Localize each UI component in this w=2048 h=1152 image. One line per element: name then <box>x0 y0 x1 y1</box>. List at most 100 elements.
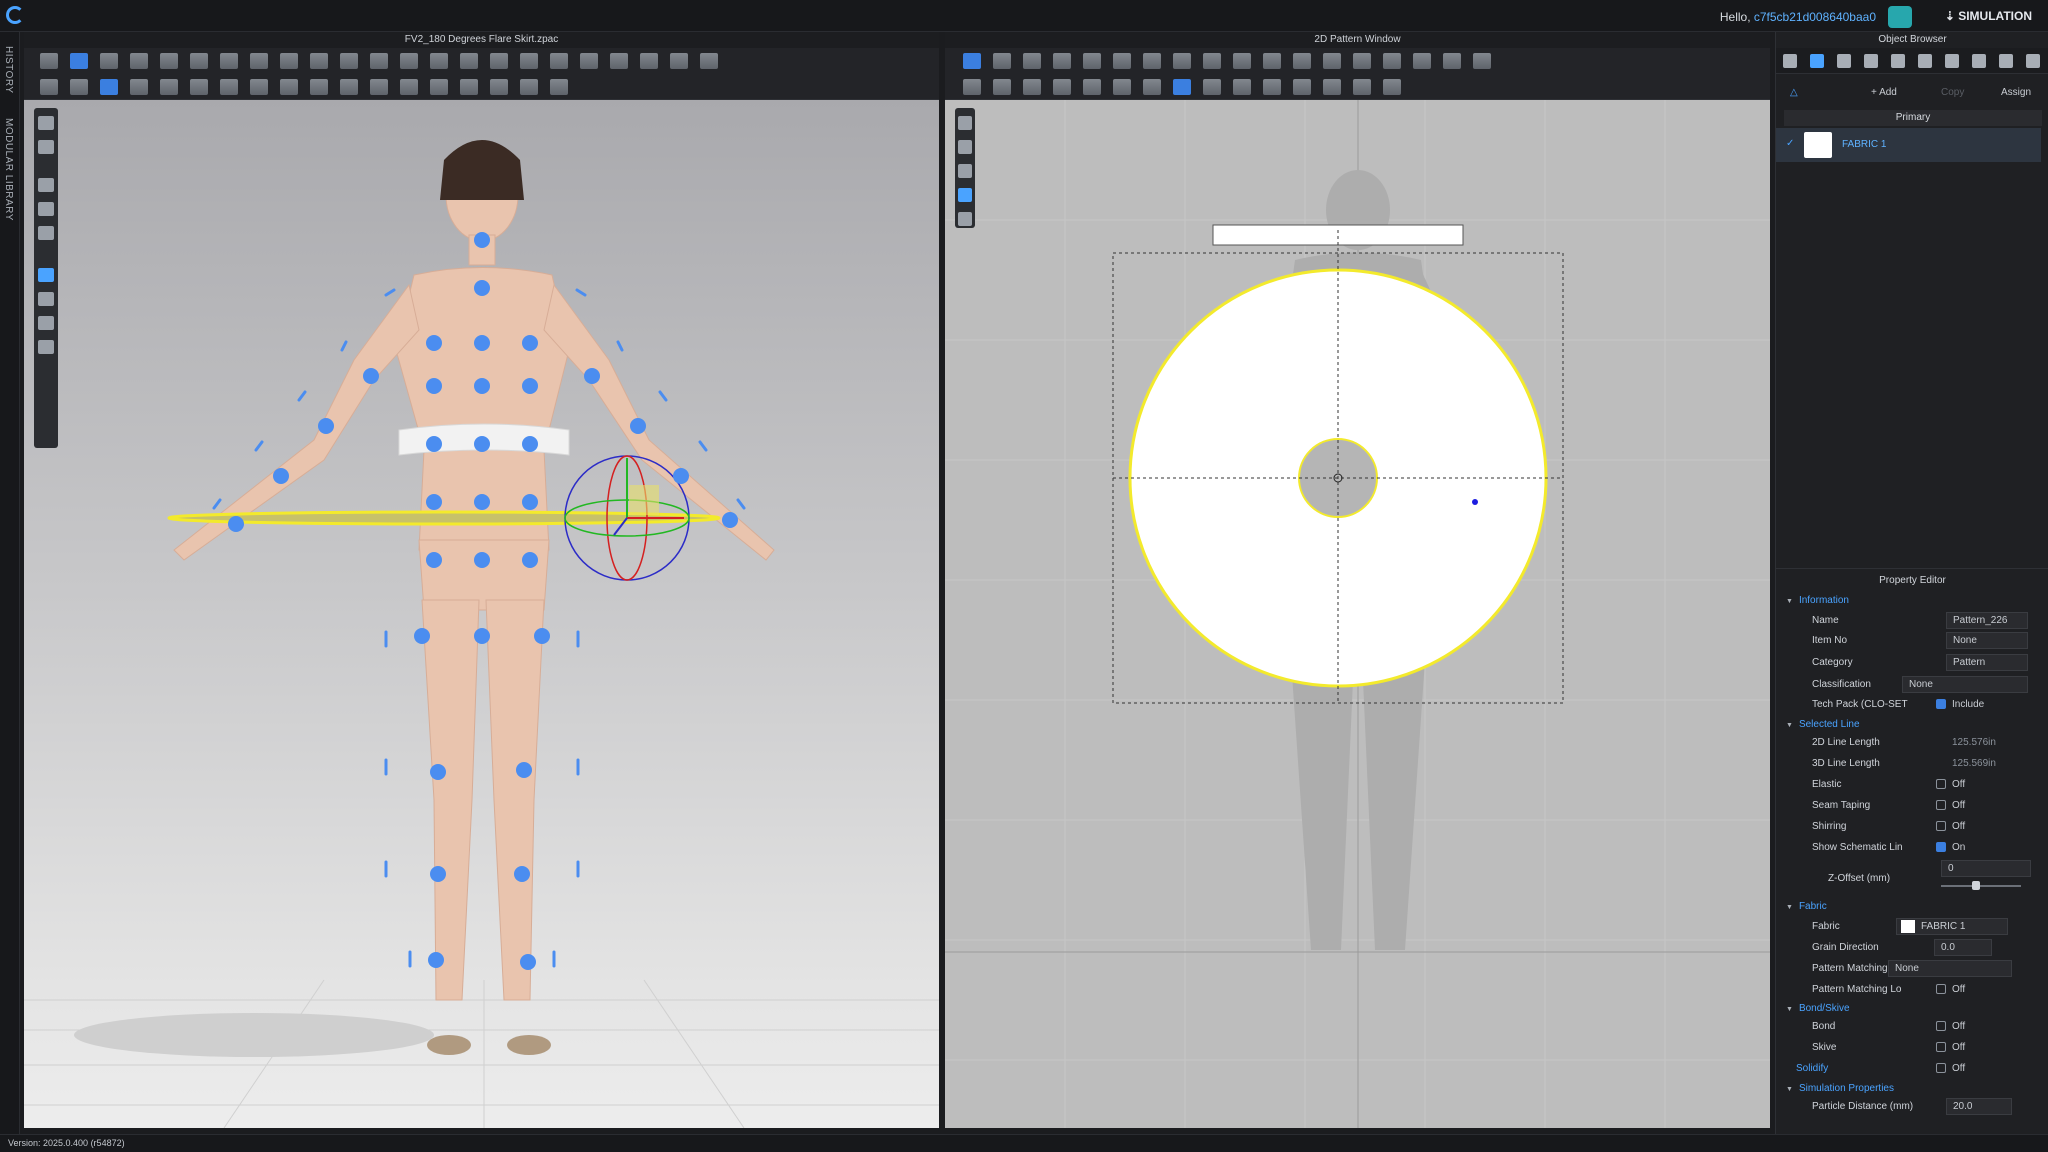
schematic-checkbox[interactable] <box>1936 842 1946 852</box>
tool-icon[interactable] <box>310 79 328 95</box>
z-offset-slider[interactable] <box>1941 885 2021 887</box>
tool-icon[interactable] <box>1143 53 1161 69</box>
check-icon[interactable]: ✓ <box>1786 138 1794 149</box>
tool-icon[interactable] <box>580 53 598 69</box>
tool-icon[interactable] <box>1203 53 1221 69</box>
tool-icon[interactable] <box>250 79 268 95</box>
tool-icon[interactable] <box>430 53 448 69</box>
tool-icon[interactable] <box>1353 79 1371 95</box>
tool-icon[interactable] <box>1023 53 1041 69</box>
classification-select[interactable]: None <box>1902 676 2028 693</box>
assign-button[interactable]: Assign <box>2001 87 2031 98</box>
tool-icon[interactable] <box>220 79 238 95</box>
2d-pattern-window[interactable] <box>945 100 1770 1128</box>
section-bond-skive[interactable]: Bond/Skive <box>1786 1003 1850 1014</box>
tool-icon[interactable] <box>1263 79 1281 95</box>
tool-icon[interactable] <box>400 79 418 95</box>
tool-icon[interactable] <box>370 79 388 95</box>
tool-icon[interactable] <box>310 53 328 69</box>
info-icon[interactable] <box>958 164 972 178</box>
tool-icon[interactable] <box>670 53 688 69</box>
tool-icon[interactable] <box>160 53 178 69</box>
tool-icon[interactable] <box>1473 53 1491 69</box>
copy-button[interactable]: Copy <box>1941 87 1964 98</box>
zipper-tab-icon[interactable] <box>1945 53 1959 68</box>
simulation-mode-button[interactable]: ⇣ SIMULATION <box>1945 9 2032 23</box>
fabric-icon[interactable] <box>38 268 54 282</box>
tool-icon[interactable] <box>280 79 298 95</box>
elastic-checkbox[interactable] <box>1936 779 1946 789</box>
edit-pattern-icon[interactable] <box>963 53 981 69</box>
tool-icon[interactable] <box>130 53 148 69</box>
section-fabric[interactable]: Fabric <box>1786 901 1827 912</box>
clo-set-icon[interactable] <box>1888 6 1912 28</box>
avatar-tool-icon[interactable] <box>100 79 118 95</box>
user-id[interactable]: c7f5cb21d008640baa0 <box>1754 10 1876 24</box>
tool-icon[interactable] <box>993 53 1011 69</box>
tool-icon[interactable] <box>1113 79 1131 95</box>
tab-modular-library[interactable]: MODULAR LIBRARY <box>3 118 14 221</box>
fabric-tab-icon[interactable] <box>1810 53 1824 68</box>
tool-icon[interactable] <box>1053 53 1071 69</box>
tool-icon[interactable] <box>1143 79 1161 95</box>
tool-icon[interactable] <box>1443 53 1461 69</box>
tool-icon[interactable] <box>430 79 448 95</box>
sewing-tool-icon[interactable] <box>1173 79 1191 95</box>
tool-icon[interactable] <box>963 79 981 95</box>
tool-icon[interactable] <box>520 79 538 95</box>
bond-tab-icon[interactable] <box>1999 53 2013 68</box>
pattern-tab-icon[interactable] <box>1837 53 1851 68</box>
more-tab-icon[interactable] <box>2026 53 2040 68</box>
tool-icon[interactable] <box>460 79 478 95</box>
tool-icon[interactable] <box>100 53 118 69</box>
tool-icon[interactable] <box>250 53 268 69</box>
tool-icon[interactable] <box>490 53 508 69</box>
select-move-icon[interactable] <box>70 53 88 69</box>
tool-icon[interactable] <box>700 53 718 69</box>
tool-icon[interactable] <box>1233 53 1251 69</box>
category-select[interactable]: Pattern <box>1946 654 2028 671</box>
tool-icon[interactable] <box>70 79 88 95</box>
tool-icon[interactable] <box>460 53 478 69</box>
tool-icon[interactable] <box>1113 53 1131 69</box>
tool-icon[interactable] <box>1293 53 1311 69</box>
tool-icon[interactable] <box>1353 53 1371 69</box>
tool-icon[interactable] <box>130 79 148 95</box>
tool-icon[interactable] <box>220 53 238 69</box>
tool-icon[interactable] <box>1173 53 1191 69</box>
particle-distance-field[interactable]: 20.0 <box>1946 1098 2012 1115</box>
tool-icon[interactable] <box>1383 53 1401 69</box>
tool-icon[interactable] <box>1293 79 1311 95</box>
3d-garment-window[interactable] <box>24 100 939 1128</box>
tool-icon[interactable] <box>490 79 508 95</box>
tool-icon[interactable] <box>340 79 358 95</box>
z-offset-field[interactable]: 0 <box>1941 860 2031 877</box>
section-simulation-properties[interactable]: Simulation Properties <box>1786 1083 1894 1094</box>
tool-icon[interactable] <box>1383 79 1401 95</box>
shirring-checkbox[interactable] <box>1936 821 1946 831</box>
tool-icon[interactable] <box>340 53 358 69</box>
item-no-field[interactable]: None <box>1946 632 2028 649</box>
tech-pack-checkbox[interactable] <box>1936 699 1946 709</box>
list-icon[interactable] <box>1783 53 1797 68</box>
bond-checkbox[interactable] <box>1936 1021 1946 1031</box>
tool-icon[interactable] <box>190 53 208 69</box>
tool-icon[interactable] <box>550 79 568 95</box>
fabric-icon[interactable] <box>958 188 972 202</box>
tool-icon[interactable] <box>1323 53 1341 69</box>
trim-tab-icon[interactable] <box>1891 53 1905 68</box>
piping-tab-icon[interactable] <box>1972 53 1986 68</box>
texture-icon[interactable] <box>38 292 54 306</box>
seam-taping-checkbox[interactable] <box>1936 800 1946 810</box>
avatar-figure[interactable] <box>173 148 775 1001</box>
tool-icon[interactable] <box>550 53 568 69</box>
colorway-primary[interactable]: Primary <box>1784 110 2042 126</box>
tool-icon[interactable] <box>280 53 298 69</box>
fabric-list-item[interactable]: ✓ FABRIC 1 <box>1776 128 2041 162</box>
solidify-checkbox[interactable] <box>1936 1063 1946 1073</box>
tool-icon[interactable] <box>993 79 1011 95</box>
tool-icon[interactable] <box>1023 79 1041 95</box>
tool-icon[interactable] <box>640 53 658 69</box>
shirt-icon[interactable] <box>958 212 972 226</box>
garment-icon[interactable] <box>38 178 54 192</box>
